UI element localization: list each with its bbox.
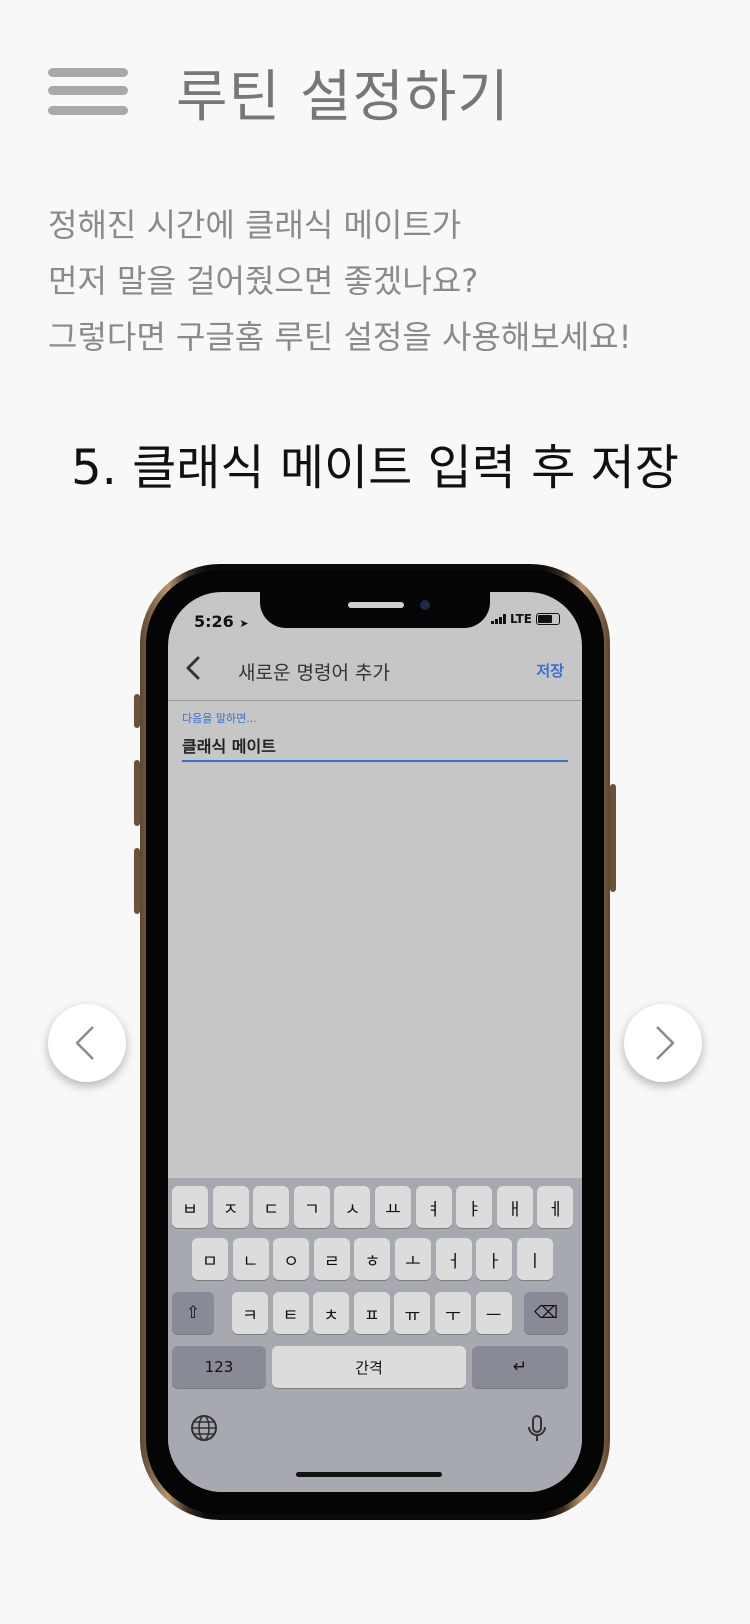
key-3[interactable]: ㅇ: [273, 1238, 310, 1280]
key-5[interactable]: ㅎ: [354, 1238, 391, 1280]
key-3[interactable]: ㅊ: [313, 1292, 350, 1334]
keyboard-row-3: ⇧ ⌫ ㅋㅌㅊㅍㅠㅜㅡ: [168, 1292, 582, 1334]
key-10[interactable]: ㅔ: [537, 1186, 574, 1228]
key-2[interactable]: ㅈ: [212, 1186, 249, 1228]
volume-down-button: [134, 848, 140, 914]
chevron-right-icon: [656, 1026, 675, 1060]
step-title: 5. 클래식 메이트 입력 후 저장: [71, 440, 679, 496]
key-6[interactable]: ㅜ: [435, 1292, 471, 1334]
korean-keyboard: ㅂㅈㄷㄱㅅㅛㅕㅑㅐㅔ ㅁㄴㅇㄹㅎㅗㅓㅏㅣ ⇧ ⌫ ㅋㅌㅊㅍㅠㅜㅡ 123 간격 …: [168, 1178, 582, 1492]
location-arrow-icon: ➤: [239, 617, 249, 630]
microphone-icon-svg: [528, 1415, 546, 1441]
keyboard-row-2: ㅁㄴㅇㄹㅎㅗㅓㅏㅣ: [168, 1238, 582, 1280]
speaker: [348, 602, 404, 608]
power-button: [610, 784, 616, 892]
battery-icon: [536, 613, 560, 625]
key-3[interactable]: ㄷ: [253, 1186, 290, 1228]
keyboard-row-4: 123 간격 ↵: [168, 1346, 582, 1388]
command-field-label: 다음을 말하면...: [182, 712, 257, 725]
intro-line-2: 먼저 말을 걸어줬으면 좋겠나요?: [48, 262, 479, 300]
globe-icon[interactable]: [190, 1414, 218, 1446]
signal-bars-icon: [490, 614, 506, 624]
chevron-left-icon: [75, 1026, 94, 1060]
command-input[interactable]: [182, 730, 568, 762]
key-2[interactable]: ㅌ: [272, 1292, 309, 1334]
keyboard-row-1: ㅂㅈㄷㄱㅅㅛㅕㅑㅐㅔ: [168, 1186, 582, 1228]
key-5[interactable]: ㅠ: [394, 1292, 431, 1334]
key-8[interactable]: ㅑ: [456, 1186, 493, 1228]
page-title: 루틴 설정하기: [176, 65, 510, 130]
save-button[interactable]: 저장: [536, 660, 564, 681]
key-9[interactable]: ㅐ: [496, 1186, 533, 1228]
key-9[interactable]: ㅣ: [516, 1238, 553, 1280]
screen-title: 새로운 명령어 추가: [238, 662, 390, 684]
nav-divider: [168, 700, 582, 701]
next-slide-button[interactable]: [624, 1004, 702, 1082]
key-7[interactable]: ㅕ: [415, 1186, 452, 1228]
return-key[interactable]: ↵: [472, 1346, 568, 1388]
home-indicator: [296, 1472, 442, 1477]
key-5[interactable]: ㅅ: [334, 1186, 371, 1228]
hamburger-menu-icon[interactable]: [48, 66, 128, 118]
volume-up-button: [134, 760, 140, 826]
key-8[interactable]: ㅏ: [476, 1238, 513, 1280]
key-7[interactable]: ㅓ: [435, 1238, 472, 1280]
back-button[interactable]: [186, 656, 200, 685]
status-time-text: 5:26: [194, 612, 234, 631]
key-7[interactable]: ㅡ: [475, 1292, 512, 1334]
shift-key[interactable]: ⇧: [172, 1292, 214, 1334]
front-camera: [420, 600, 430, 610]
delete-key[interactable]: ⌫: [524, 1292, 568, 1334]
network-type: LTE: [509, 612, 532, 626]
menu-bar: [48, 86, 128, 95]
key-6[interactable]: ㅗ: [395, 1238, 431, 1280]
prev-slide-button[interactable]: [48, 1004, 126, 1082]
key-4[interactable]: ㄹ: [313, 1238, 350, 1280]
phone-screen: 5:26 ➤ LTE 새로운 명령어 추가 저장 다음을 말하면... ㅂㅈㄷㄱ…: [168, 592, 582, 1492]
status-indicators: LTE: [490, 612, 560, 626]
intro-line-3: 그렇다면 구글홈 루틴 설정을 사용해보세요!: [48, 318, 632, 356]
intro-line-1: 정해진 시간에 클래식 메이트가: [48, 206, 462, 244]
key-6[interactable]: ㅛ: [375, 1186, 411, 1228]
globe-icon-svg: [191, 1415, 217, 1441]
notch: [260, 592, 490, 628]
key-4[interactable]: ㅍ: [353, 1292, 390, 1334]
key-1[interactable]: ㅋ: [232, 1292, 268, 1334]
mute-switch: [134, 694, 140, 728]
microphone-icon[interactable]: [526, 1414, 548, 1448]
key-2[interactable]: ㄴ: [232, 1238, 269, 1280]
key-1[interactable]: ㅂ: [172, 1186, 208, 1228]
numbers-key[interactable]: 123: [172, 1346, 266, 1388]
status-time: 5:26 ➤: [194, 612, 249, 631]
key-4[interactable]: ㄱ: [293, 1186, 330, 1228]
chevron-left-icon: [186, 656, 200, 680]
key-1[interactable]: ㅁ: [192, 1238, 228, 1280]
space-key[interactable]: 간격: [272, 1346, 466, 1388]
menu-bar: [48, 106, 128, 115]
menu-bar: [48, 68, 128, 77]
